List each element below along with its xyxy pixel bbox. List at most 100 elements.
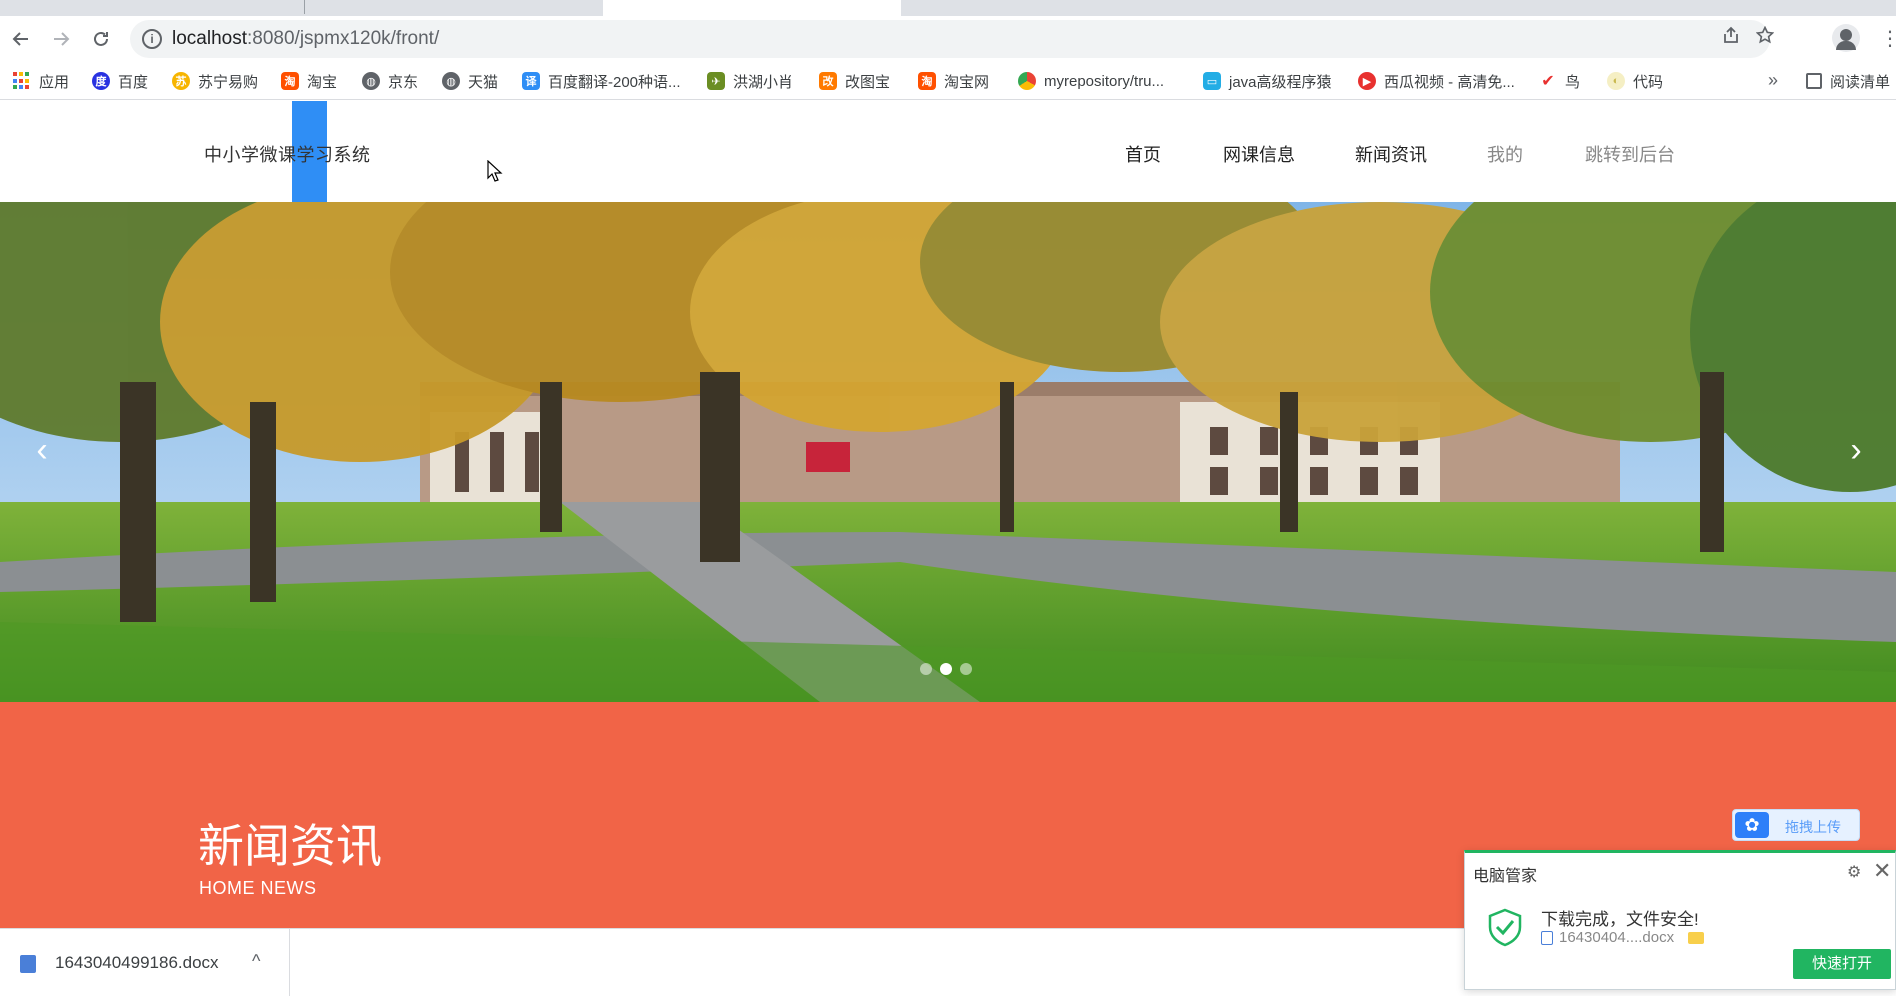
browser-tab[interactable] <box>910 0 950 16</box>
pc-manager-popup: 电脑管家 ⚙ ✕ 下载完成，文件安全! 16430404....docx 快速打… <box>1464 850 1896 990</box>
address-bar[interactable]: i localhost:8080/jspmx120k/front/ <box>130 20 1775 58</box>
baidu-translate-icon: 译 <box>522 72 540 90</box>
bookmark-item[interactable]: myrepository/tru... <box>1018 62 1164 100</box>
browser-tab[interactable] <box>318 0 598 16</box>
reading-list-icon <box>1806 73 1822 89</box>
bookmark-label: 鸟 <box>1565 73 1581 91</box>
bird-red-icon: ✔ <box>1539 72 1557 90</box>
popup-header: 电脑管家 ⚙ ✕ <box>1465 853 1895 885</box>
bookmark-item[interactable]: 度 百度 <box>92 62 148 100</box>
back-button[interactable] <box>6 24 36 54</box>
reload-button[interactable] <box>86 24 116 54</box>
popup-message: 下载完成，文件安全! <box>1541 910 1699 929</box>
bookmark-label: 百度 <box>118 73 149 91</box>
forward-button[interactable] <box>46 24 76 54</box>
chevron-up-icon[interactable]: ^ <box>252 951 260 972</box>
reload-icon <box>94 31 108 46</box>
bookmark-item[interactable]: 译 百度翻译-200种语... <box>522 62 681 100</box>
news-section-title: 新闻资讯 <box>198 820 382 872</box>
bookmark-item[interactable]: 改 改图宝 <box>819 62 890 100</box>
shield-check-icon <box>1488 908 1522 947</box>
bookmark-label: 天猫 <box>468 73 499 91</box>
arrow-right-icon <box>54 32 70 46</box>
bookmark-label: 洪湖小肖 <box>733 73 794 91</box>
taobao-icon: 淘 <box>281 72 299 90</box>
popup-title: 电脑管家 <box>1473 868 1538 885</box>
download-filename: 1643040499186.docx <box>55 953 219 972</box>
carousel-dot[interactable] <box>920 663 932 675</box>
browser-tab[interactable] <box>14 0 300 16</box>
bookmark-item[interactable]: ✔ 鸟 <box>1539 62 1580 100</box>
quick-open-button[interactable]: 快速打开 <box>1793 949 1891 979</box>
carousel-dot-active[interactable] <box>940 663 952 675</box>
site-header: 中小学微课学习系统 首页 网课信息 新闻资讯 我的 跳转到后台 <box>0 101 1896 202</box>
address-url[interactable]: localhost:8080/jspmx120k/front/ <box>172 28 439 50</box>
nav-courses[interactable]: 网课信息 <box>1223 141 1295 167</box>
word-document-icon <box>20 955 36 973</box>
bookmark-item[interactable]: 淘 淘宝 <box>281 62 337 100</box>
baidu-icon: 度 <box>92 72 110 90</box>
nav-news[interactable]: 新闻资讯 <box>1355 141 1427 167</box>
globe-icon: ◍ <box>442 72 460 90</box>
bookmark-label: 淘宝网 <box>944 73 990 91</box>
nav-home[interactable]: 首页 <box>1125 141 1161 167</box>
bookmark-label: 淘宝 <box>307 73 338 91</box>
site-title[interactable]: 中小学微课学习系统 <box>204 141 371 167</box>
bookmark-item[interactable]: ◍ 京东 <box>362 62 418 100</box>
news-section-subtitle: HOME NEWS <box>199 878 317 898</box>
moon-icon: ◐ <box>1607 72 1625 90</box>
cloud-upload-icon: ✿ <box>1735 812 1769 838</box>
bookmark-star-icon[interactable] <box>1752 25 1778 52</box>
browser-tab-active[interactable] <box>603 0 901 16</box>
gear-icon[interactable]: ⚙ <box>1847 862 1861 882</box>
bookmark-apps[interactable]: 应用 <box>13 62 69 100</box>
close-icon[interactable]: ✕ <box>1873 858 1891 884</box>
globe-icon: ◍ <box>362 72 380 90</box>
taobao-icon: 淘 <box>918 72 936 90</box>
bookmark-item[interactable]: ✈ 洪湖小肖 <box>707 62 793 100</box>
reading-list-button[interactable]: 阅读清单 <box>1806 62 1890 100</box>
bookmark-item[interactable]: ◍ 天猫 <box>442 62 498 100</box>
nav-mine[interactable]: 我的 <box>1487 141 1523 167</box>
popup-file-row: 16430404....docx <box>1541 929 1705 946</box>
document-icon <box>1541 930 1553 945</box>
bookmark-item[interactable]: 苏 苏宁易购 <box>172 62 258 100</box>
share-icon[interactable] <box>1718 26 1744 52</box>
bookmarks-overflow-icon[interactable]: » <box>1768 70 1778 91</box>
bookmark-label: 苏宁易购 <box>198 73 259 91</box>
bookmark-label: 京东 <box>388 73 419 91</box>
drag-upload-widget[interactable]: ✿ 拖拽上传 <box>1732 809 1860 841</box>
bookmark-label: 代码 <box>1633 73 1664 91</box>
bookmark-label: java高级程序猿 <box>1229 73 1332 91</box>
gaitubao-icon: 改 <box>819 72 837 90</box>
nav-admin[interactable]: 跳转到后台 <box>1585 141 1675 167</box>
bookmark-item[interactable]: ▭ java高级程序猿 <box>1203 62 1332 100</box>
carousel-dot[interactable] <box>960 663 972 675</box>
suning-icon: 苏 <box>172 72 190 90</box>
bookmark-item[interactable]: ◐ 代码 <box>1607 62 1663 100</box>
carousel-indicators <box>920 663 972 675</box>
bookmark-label: 西瓜视频 - 高清免... <box>1384 73 1515 91</box>
apps-icon <box>13 72 31 90</box>
download-item[interactable]: 1643040499186.docx ^ <box>0 929 290 996</box>
browser-toolbar: i localhost:8080/jspmx120k/front/ ⋮ <box>0 16 1896 62</box>
hero-carousel[interactable]: ‹ › <box>0 202 1896 702</box>
reading-list-label: 阅读清单 <box>1830 73 1891 91</box>
site-info-icon[interactable]: i <box>142 29 162 49</box>
carousel-next-button[interactable]: › <box>1836 430 1876 470</box>
profile-avatar-icon[interactable] <box>1832 24 1860 52</box>
carousel-prev-button[interactable]: ‹ <box>22 430 62 470</box>
bookmark-label: myrepository/tru... <box>1044 72 1165 90</box>
bookmark-label: 应用 <box>39 73 70 91</box>
folder-icon[interactable] <box>1688 931 1705 944</box>
browser-menu-icon[interactable]: ⋮ <box>1880 26 1896 51</box>
bird-icon: ✈ <box>707 72 725 90</box>
mouse-cursor-icon <box>487 160 503 182</box>
bookmarks-bar: 应用 度 百度 苏 苏宁易购 淘 淘宝 ◍ 京东 ◍ 天猫 译 百度翻译-200… <box>0 62 1896 100</box>
chrome-icon <box>1018 72 1036 90</box>
bookmark-item[interactable]: 淘 淘宝网 <box>918 62 989 100</box>
bookmark-label: 百度翻译-200种语... <box>548 73 681 91</box>
carousel-slide-image <box>0 202 1896 702</box>
bookmark-item[interactable]: ▶ 西瓜视频 - 高清免... <box>1358 62 1515 100</box>
arrow-left-icon <box>12 32 28 46</box>
